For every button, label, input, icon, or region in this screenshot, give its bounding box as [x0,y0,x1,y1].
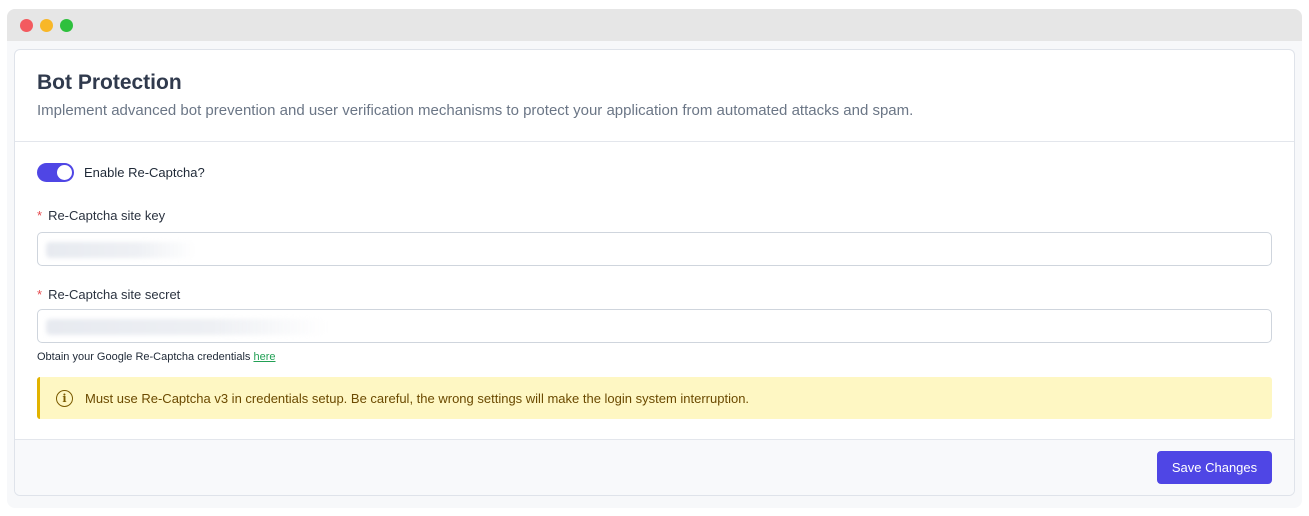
site-key-redacted-value [46,242,196,258]
site-key-label-text: Re-Captcha site key [48,208,166,223]
alert-message: Must use Re-Captcha v3 in credentials se… [85,390,750,406]
site-secret-redacted-value [46,319,326,335]
card-body: Enable Re-Captcha? * Re-Captcha site key … [15,142,1294,440]
card-footer: Save Changes [15,439,1294,495]
credentials-link[interactable]: here [253,351,275,363]
minimize-window-button[interactable] [40,19,53,32]
required-marker: * [37,287,43,302]
recaptcha-toggle[interactable] [37,163,74,182]
save-changes-button[interactable]: Save Changes [1157,451,1272,484]
required-marker: * [37,208,43,223]
credentials-help-text: Obtain your Google Re-Captcha credential… [37,351,275,363]
browser-window: Bot Protection Implement advanced bot pr… [7,9,1302,508]
site-key-input[interactable] [37,232,1272,266]
page-description: Implement advanced bot prevention and us… [37,102,914,119]
maximize-window-button[interactable] [60,19,73,32]
warning-alert: i Must use Re-Captcha v3 in credentials … [37,377,1272,419]
close-window-button[interactable] [20,19,33,32]
settings-card: Bot Protection Implement advanced bot pr… [14,49,1295,496]
info-icon: i [56,389,73,407]
site-key-label: * Re-Captcha site key [37,208,165,223]
help-text: Obtain your Google Re-Captcha credential… [37,351,254,363]
window-titlebar [7,9,1302,41]
toggle-knob [57,165,72,180]
site-secret-label-text: Re-Captcha site secret [48,287,181,302]
recaptcha-toggle-row: Enable Re-Captcha? [37,163,205,182]
recaptcha-toggle-label: Enable Re-Captcha? [84,165,205,180]
page-title: Bot Protection [37,71,182,94]
card-header: Bot Protection Implement advanced bot pr… [15,50,1294,142]
site-secret-label: * Re-Captcha site secret [37,287,180,302]
site-secret-input[interactable] [37,309,1272,343]
